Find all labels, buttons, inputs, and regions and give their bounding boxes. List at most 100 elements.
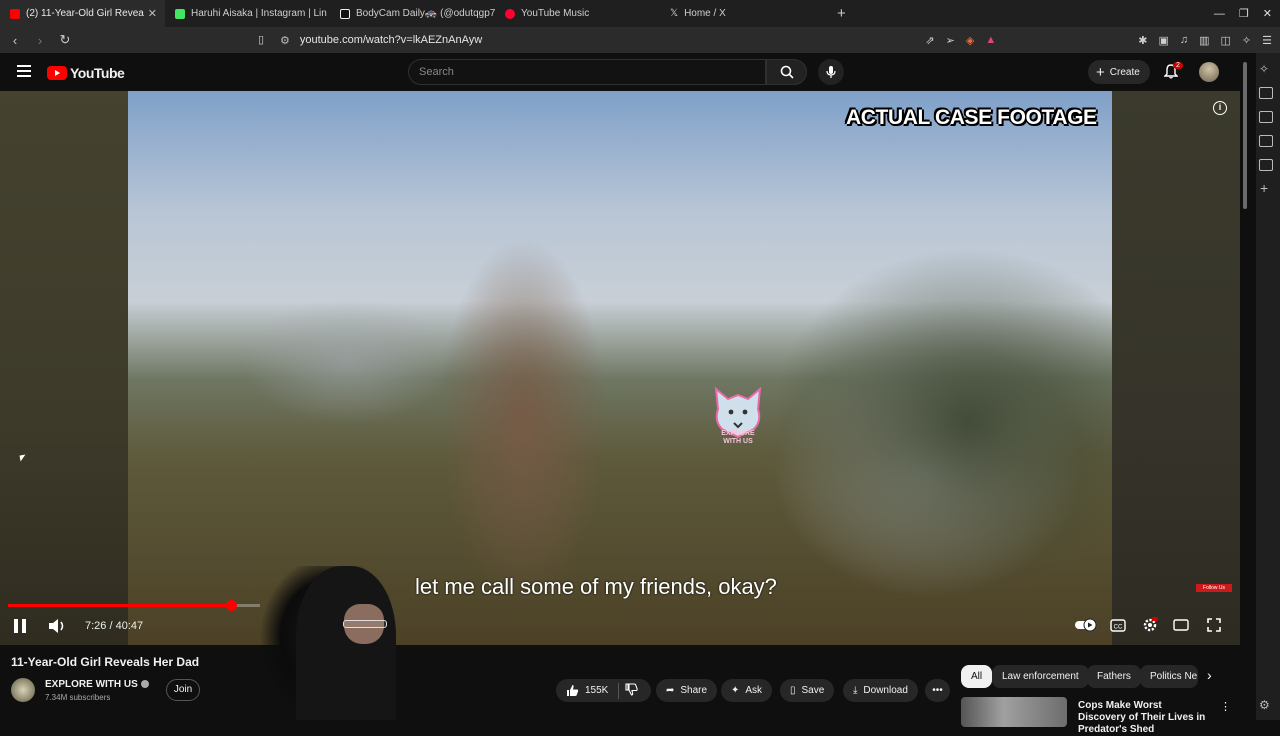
back-icon[interactable]: ‹ — [5, 33, 25, 48]
bookmark-icon[interactable]: ▯ — [258, 33, 264, 46]
related-video-title[interactable]: Cops Make Worst Discovery of Their Lives… — [1078, 700, 1208, 736]
channel-name[interactable]: EXPLORE WITH US — [45, 679, 149, 690]
pillarbox-right — [1112, 91, 1240, 645]
create-label: Create — [1109, 66, 1140, 78]
bookmark-save-icon: ▯ — [790, 685, 796, 696]
extensions-icon[interactable]: ✱ — [1138, 34, 1147, 47]
sidebar-toggle-icon[interactable]: ▥ — [1199, 34, 1209, 47]
window-controls: — ❐ ✕ — [1214, 0, 1272, 27]
tab-label: (2) 11-Year-Old Girl Revea — [26, 8, 144, 19]
download-icon: ⤓ — [853, 685, 858, 696]
hamburger-menu-icon[interactable] — [17, 65, 31, 77]
scrollbar-thumb[interactable] — [1243, 62, 1247, 209]
close-window-icon[interactable]: ✕ — [1263, 7, 1272, 20]
open-external-icon[interactable]: ⇗ — [925, 34, 934, 47]
tab-x[interactable]: 𝕏 Home / X — [660, 0, 825, 27]
pause-icon — [14, 619, 18, 633]
tab-label: Home / X — [684, 8, 726, 19]
chip-law-enforcement[interactable]: Law enforcement — [992, 665, 1089, 688]
share-button[interactable]: ➦ Share — [656, 679, 718, 702]
follow-us-badge[interactable]: Follow Us — [1196, 584, 1232, 592]
wallet-icon[interactable]: ▣ — [1158, 34, 1168, 47]
dislike-button[interactable] — [625, 682, 639, 699]
tab-instagram[interactable]: Haruhi Aisaka | Instagram | Lin — [165, 0, 330, 27]
new-tab-button[interactable]: + — [825, 5, 858, 22]
reading-list-icon[interactable] — [1259, 135, 1273, 147]
divider — [618, 682, 620, 699]
join-button[interactable]: Join — [166, 679, 200, 701]
chip-politics[interactable]: Politics Ne — [1140, 665, 1198, 688]
forward-icon[interactable]: › — [30, 33, 50, 48]
minimize-icon[interactable]: — — [1214, 8, 1225, 20]
like-button[interactable]: 155K — [566, 684, 608, 697]
channel-avatar[interactable] — [11, 678, 35, 702]
fullscreen-icon — [1207, 618, 1221, 632]
pause-button[interactable] — [14, 619, 28, 633]
tab-youtube[interactable]: (2) 11-Year-Old Girl Revea ✕ — [0, 0, 165, 27]
youtube-logo[interactable]: YouTube — [47, 65, 125, 81]
related-video-thumbnail[interactable] — [961, 697, 1067, 727]
maximize-icon[interactable]: ❐ — [1239, 7, 1249, 20]
pillarbox-left — [0, 91, 128, 645]
theater-mode-icon — [1173, 619, 1189, 631]
url-field[interactable]: ⚙ youtube.com/watch?v=lkAEZnAnAyw — [280, 30, 900, 50]
fullscreen-button[interactable] — [1206, 617, 1222, 633]
browser-tab-bar: (2) 11-Year-Old Girl Revea ✕ Haruhi Aisa… — [0, 0, 1280, 27]
youtube-header: YouTube Search + Create 2 — [0, 53, 1240, 91]
mouse-cursor — [19, 454, 27, 462]
thumbs-up-icon — [567, 685, 579, 696]
youtube-music-favicon-icon — [505, 8, 515, 19]
browser-sidebar — [1256, 53, 1280, 720]
video-player[interactable]: ACTUAL CASE FOOTAGE EXPLORE WITH US i le… — [0, 91, 1240, 645]
streamer-glasses — [343, 620, 387, 628]
account-avatar[interactable] — [1199, 62, 1219, 82]
voice-search-button[interactable] — [818, 59, 844, 85]
chip-fathers[interactable]: Fathers — [1087, 665, 1141, 688]
youtube-favicon-icon — [10, 8, 20, 19]
more-vertical-icon[interactable]: ⋮ — [1220, 700, 1231, 713]
search-button[interactable] — [766, 59, 807, 85]
url-text: youtube.com/watch?v=lkAEZnAnAyw — [299, 34, 483, 46]
chip-all[interactable]: All — [961, 665, 993, 688]
video-title: 11-Year-Old Girl Reveals Her Dad — [11, 655, 200, 669]
youtube-play-icon — [47, 66, 67, 80]
tab-youtube-music[interactable]: YouTube Music — [495, 0, 660, 27]
create-button[interactable]: + Create — [1088, 60, 1150, 84]
chevron-right-icon[interactable]: › — [1207, 667, 1212, 683]
wallet-sidebar-icon[interactable] — [1259, 111, 1273, 123]
download-button[interactable]: ⤓ Download — [843, 679, 918, 702]
video-overlay-title: ACTUAL CASE FOOTAGE — [846, 106, 1097, 129]
sidebar-panel-icon[interactable] — [1259, 87, 1273, 99]
reload-icon[interactable]: ↻ — [55, 32, 75, 48]
search-input[interactable]: Search — [408, 59, 766, 85]
settings-button[interactable] — [1142, 617, 1158, 633]
ask-button[interactable]: ✦ Ask — [721, 679, 773, 702]
leo-icon[interactable]: ✧ — [1242, 34, 1251, 47]
rewards-icon[interactable]: ▲ — [985, 34, 996, 46]
leo-ai-icon[interactable]: ✧ — [1259, 62, 1273, 76]
sidebar-settings-icon[interactable]: ⚙ — [1259, 698, 1270, 712]
info-icon[interactable]: i — [1213, 101, 1227, 115]
progress-played[interactable] — [8, 604, 231, 607]
browser-menu-icon[interactable]: ☰ — [1262, 34, 1272, 47]
send-icon[interactable]: ➢ — [946, 34, 955, 47]
watermark-text: EXPLORE WITH US — [721, 430, 755, 445]
tab-label: YouTube Music — [521, 8, 590, 19]
download-label: Download — [863, 685, 908, 696]
site-info-icon[interactable]: ⚙ — [280, 34, 290, 47]
video-frame[interactable] — [128, 91, 1112, 645]
more-actions-button[interactable]: ••• — [925, 679, 950, 702]
more-horizontal-icon: ••• — [932, 685, 943, 696]
volume-icon[interactable] — [48, 618, 66, 634]
autoplay-toggle[interactable] — [1074, 617, 1098, 633]
theater-mode-button[interactable] — [1173, 617, 1189, 633]
bookmarks-sidebar-icon[interactable] — [1259, 159, 1273, 171]
add-sidebar-item-icon[interactable]: + — [1260, 180, 1268, 196]
brave-shield-icon[interactable]: ◈ — [966, 34, 974, 47]
wallet-alt-icon[interactable]: ◫ — [1221, 34, 1231, 47]
close-tab-icon[interactable]: ✕ — [148, 7, 157, 20]
save-button[interactable]: ▯ Save — [780, 679, 835, 702]
captions-button[interactable]: CC — [1110, 617, 1126, 633]
tab-bodycam[interactable]: BodyCam Daily🚓 (@odutqgp71 — [330, 0, 495, 27]
media-icon[interactable]: ♫ — [1180, 34, 1188, 46]
